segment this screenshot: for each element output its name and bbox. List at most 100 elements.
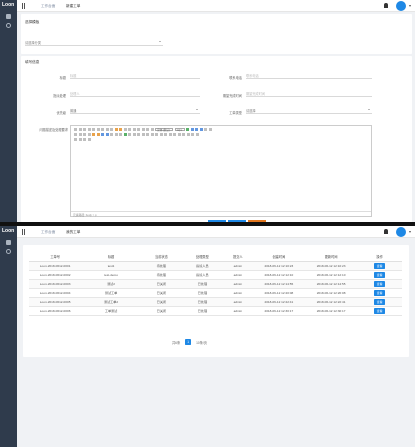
chevron-down-icon[interactable] (409, 231, 411, 233)
chevron-down-icon[interactable] (409, 5, 411, 7)
attachment-icon[interactable] (110, 133, 113, 136)
type-select[interactable]: 请选择 (246, 106, 372, 114)
strike-icon[interactable] (101, 128, 104, 131)
preview-icon[interactable] (186, 133, 190, 136)
bell-icon[interactable] (384, 229, 388, 234)
music-icon[interactable] (105, 133, 109, 136)
unlink-icon[interactable] (83, 133, 86, 136)
gear-icon[interactable] (6, 249, 11, 254)
list-ol-icon[interactable] (128, 128, 131, 131)
lineheight-icon[interactable] (74, 138, 77, 141)
paragraph-icon[interactable] (150, 128, 154, 131)
priority-select[interactable]: 普通 (70, 106, 200, 114)
link-icon[interactable] (78, 133, 82, 136)
column-header[interactable]: 标题 (81, 253, 141, 262)
view-button[interactable]: 查看 (373, 280, 386, 287)
drafts-icon[interactable] (87, 138, 91, 141)
menu-toggle-icon[interactable] (22, 3, 25, 9)
column-header[interactable]: 工单号 (29, 253, 82, 262)
superscript-icon[interactable] (105, 128, 109, 131)
column-header[interactable]: 处理类型 (181, 253, 223, 262)
insert-row-icon[interactable] (155, 133, 158, 136)
code-icon[interactable] (119, 133, 122, 136)
column-header[interactable]: 提交人 (222, 253, 253, 262)
background-icon[interactable] (128, 133, 131, 136)
font-color-icon[interactable] (114, 128, 118, 131)
bold-icon[interactable] (87, 128, 91, 131)
spacing-icon[interactable] (78, 138, 82, 141)
select-all-icon[interactable] (137, 128, 140, 131)
time-icon[interactable] (141, 133, 145, 136)
help-icon[interactable] (195, 133, 199, 136)
page-size-select[interactable]: 10条/页 (196, 340, 207, 345)
undo-icon[interactable] (78, 128, 82, 131)
template-icon[interactable] (123, 133, 127, 136)
align-left-icon[interactable] (186, 128, 189, 131)
breadcrumb-home[interactable]: 工作台面 (41, 230, 55, 235)
section-title: 填写信息 (25, 60, 40, 64)
redo-icon[interactable] (83, 128, 86, 131)
split-cells-icon[interactable] (177, 133, 181, 136)
print-icon[interactable] (182, 133, 185, 136)
view-button[interactable]: 查看 (373, 271, 386, 278)
align-right-icon[interactable] (195, 128, 198, 131)
contact-input[interactable]: 联系电话 (246, 71, 372, 79)
page-button[interactable]: 1 (185, 339, 192, 345)
subscript-icon[interactable] (110, 128, 113, 131)
direction-icon[interactable] (74, 133, 77, 136)
date-icon[interactable] (137, 133, 140, 136)
avatar[interactable] (396, 227, 406, 237)
table-cell: admin (222, 261, 253, 271)
outdent-icon[interactable] (208, 128, 212, 131)
column-header[interactable]: 更新时间 (304, 253, 358, 262)
view-button[interactable]: 查看 (373, 298, 386, 305)
underline-icon[interactable] (96, 128, 100, 131)
format-icon[interactable] (146, 128, 149, 131)
gear-icon[interactable] (6, 23, 11, 28)
indent-icon[interactable] (204, 128, 207, 131)
list-ul-icon[interactable] (132, 128, 136, 131)
delete-col-icon[interactable] (168, 133, 172, 136)
avatar[interactable] (396, 1, 406, 11)
align-center-icon[interactable] (190, 128, 194, 131)
delete-row-icon[interactable] (164, 133, 167, 136)
word-image-icon[interactable] (83, 138, 86, 141)
image-icon[interactable] (92, 133, 95, 136)
column-header[interactable]: 创建时间 (252, 253, 305, 262)
table-body: Loon-2018-0612-0001 test1 待处理 指派人员 admin 2018… (29, 261, 402, 316)
insert-col-icon[interactable] (159, 133, 163, 136)
search-replace-icon[interactable] (191, 133, 194, 136)
table-cell: 指派人员 (181, 261, 223, 271)
view-button[interactable]: 查看 (373, 289, 386, 296)
view-button[interactable]: 查看 (373, 262, 386, 269)
font-size-select[interactable]: 12px (174, 127, 185, 132)
justify-icon[interactable] (199, 128, 203, 131)
clear-icon[interactable] (141, 128, 145, 131)
highlight-icon[interactable] (119, 128, 122, 131)
font-family-select[interactable]: 宋体 (默认) (155, 127, 173, 132)
bell-icon[interactable] (384, 3, 388, 8)
document-icon[interactable] (6, 240, 11, 245)
column-header[interactable]: 当前状态 (140, 253, 182, 262)
merge-cells-icon[interactable] (173, 133, 176, 136)
video-icon[interactable] (101, 133, 104, 136)
emotion-icon[interactable] (96, 133, 100, 136)
quote-icon[interactable] (123, 128, 127, 131)
anchor-icon[interactable] (87, 133, 91, 136)
horizontal-rule-icon[interactable] (132, 133, 136, 136)
document-icon[interactable] (6, 14, 11, 19)
handler-input[interactable]: 处理人 (70, 89, 200, 97)
title-input[interactable]: 标题 (70, 71, 200, 79)
editor-content-area[interactable] (72, 143, 370, 210)
map-icon[interactable] (114, 133, 118, 136)
breadcrumb-home[interactable]: 工作台面 (41, 4, 55, 9)
template-select[interactable]: 请选择分类 (25, 38, 163, 46)
view-button[interactable]: 查看 (373, 307, 386, 314)
menu-toggle-icon[interactable] (22, 229, 25, 235)
italic-icon[interactable] (92, 128, 95, 131)
deadline-input[interactable]: 期望完成时间 (246, 89, 372, 97)
rich-text-editor[interactable]: 宋体 (默认) 12px 元素路径: body > p (70, 125, 372, 217)
source-icon[interactable] (74, 128, 77, 131)
table-icon[interactable] (150, 133, 154, 136)
special-char-icon[interactable] (146, 133, 149, 136)
